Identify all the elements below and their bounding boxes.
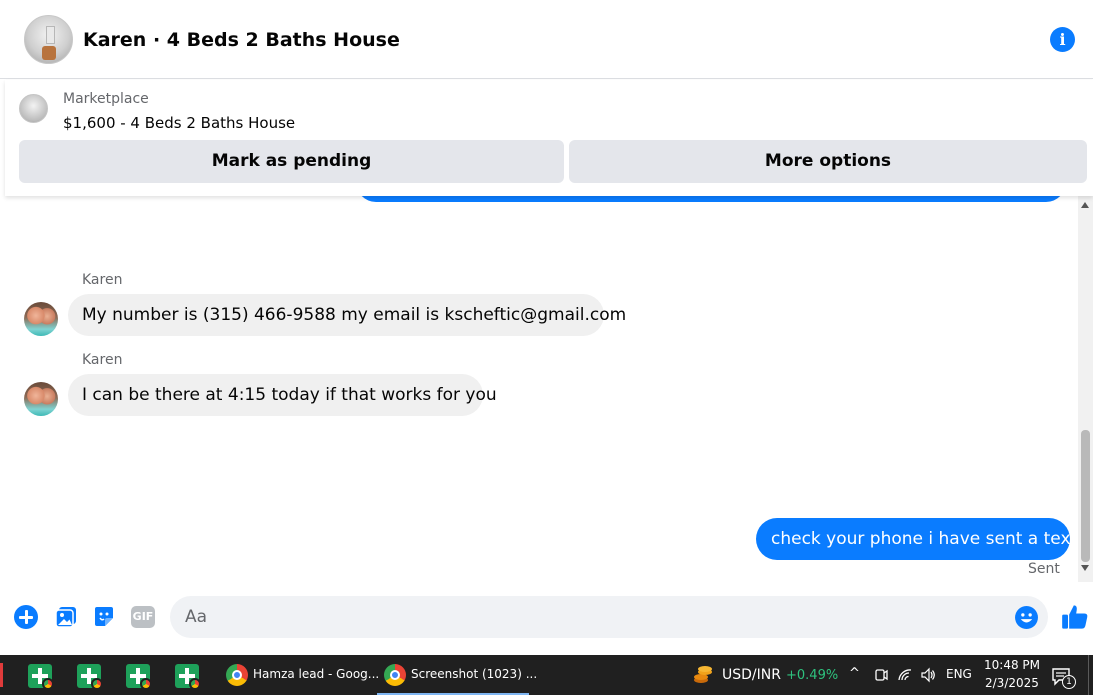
listing-title[interactable]: $1,600 - 4 Beds 2 Baths House	[63, 114, 295, 132]
chrome-icon	[42, 678, 54, 690]
message-input[interactable]	[170, 596, 1048, 638]
scroll-up-arrow-icon[interactable]	[1081, 202, 1089, 208]
sent-status: Sent	[1028, 561, 1060, 577]
chrome-icon	[140, 678, 152, 690]
chrome-icon	[384, 664, 406, 686]
gif-icon[interactable]: GIF	[131, 606, 155, 628]
conversation-header: Karen · 4 Beds 2 Baths House i	[0, 0, 1093, 79]
language-indicator[interactable]: ENG	[946, 667, 972, 681]
taskbar-item-label: Hamza lead - Goog...	[253, 667, 380, 681]
sheets-icon[interactable]	[28, 664, 54, 690]
mark-as-pending-button[interactable]: Mark as pending	[19, 140, 564, 183]
marketplace-listing-panel: Marketplace $1,600 - 4 Beds 2 Baths Hous…	[5, 80, 1093, 196]
conversation-title[interactable]: Karen · 4 Beds 2 Baths House	[83, 29, 400, 51]
avatar[interactable]	[24, 382, 58, 416]
more-options-button[interactable]: More options	[569, 140, 1087, 183]
sheets-icon[interactable]	[175, 664, 201, 690]
volume-icon[interactable]	[920, 667, 936, 683]
info-icon[interactable]: i	[1050, 27, 1075, 52]
chrome-icon	[189, 678, 201, 690]
chrome-icon	[226, 664, 248, 686]
sheets-icon[interactable]	[126, 664, 152, 690]
notification-count: 1	[1062, 675, 1076, 689]
marketplace-label: Marketplace	[63, 91, 149, 107]
taskbar-accent	[0, 663, 3, 687]
avatar[interactable]	[24, 302, 58, 336]
sticker-icon[interactable]	[92, 605, 116, 629]
show-desktop-button[interactable]	[1088, 655, 1089, 695]
thread-scrollbar[interactable]	[1078, 196, 1093, 582]
listing-thumbnail[interactable]	[19, 94, 48, 123]
messenger-window: Karen · 4 Beds 2 Baths House i Marketpla…	[0, 0, 1093, 655]
windows-taskbar: Hamza lead - Goog... Screenshot (1023) .…	[0, 655, 1093, 695]
coin-icon[interactable]	[692, 664, 714, 686]
wifi-icon[interactable]	[897, 667, 913, 683]
incoming-message[interactable]: My number is (315) 466-9588 my email is …	[68, 294, 626, 336]
listing-avatar[interactable]	[24, 15, 73, 64]
ticker-name[interactable]: USD/INR	[722, 667, 781, 683]
sender-name: Karen	[82, 352, 123, 368]
taskbar-item-label: Screenshot (1023) ...	[411, 667, 538, 681]
sheets-icon[interactable]	[77, 664, 103, 690]
chrome-icon	[91, 678, 103, 690]
clock-date[interactable]: 2/3/2025	[985, 676, 1039, 690]
taskbar-item-hamza-lead[interactable]: Hamza lead - Goog...	[219, 655, 379, 695]
message-thread: Karen My number is (315) 466-9588 my ema…	[0, 196, 1078, 582]
like-icon[interactable]	[1061, 603, 1089, 631]
emoji-icon[interactable]	[1014, 605, 1039, 630]
clock-time[interactable]: 10:48 PM	[984, 658, 1040, 672]
ticker-change: +0.49%	[786, 668, 839, 683]
tray-chevron-icon[interactable]: ^	[849, 666, 860, 681]
meet-now-icon[interactable]	[873, 667, 889, 683]
gallery-icon[interactable]	[54, 605, 78, 629]
plus-icon[interactable]	[14, 605, 38, 629]
scroll-thumb[interactable]	[1081, 430, 1090, 562]
previous-outgoing-bubble	[356, 196, 1066, 202]
incoming-message[interactable]: I can be there at 4:15 today if that wor…	[68, 374, 497, 416]
sender-name: Karen	[82, 272, 123, 288]
taskbar-item-screenshot[interactable]: Screenshot (1023) ...	[377, 655, 537, 695]
outgoing-message[interactable]: check your phone i have sent a text	[756, 518, 1077, 560]
message-composer: GIF	[0, 582, 1093, 655]
scroll-down-arrow-icon[interactable]	[1081, 565, 1089, 571]
